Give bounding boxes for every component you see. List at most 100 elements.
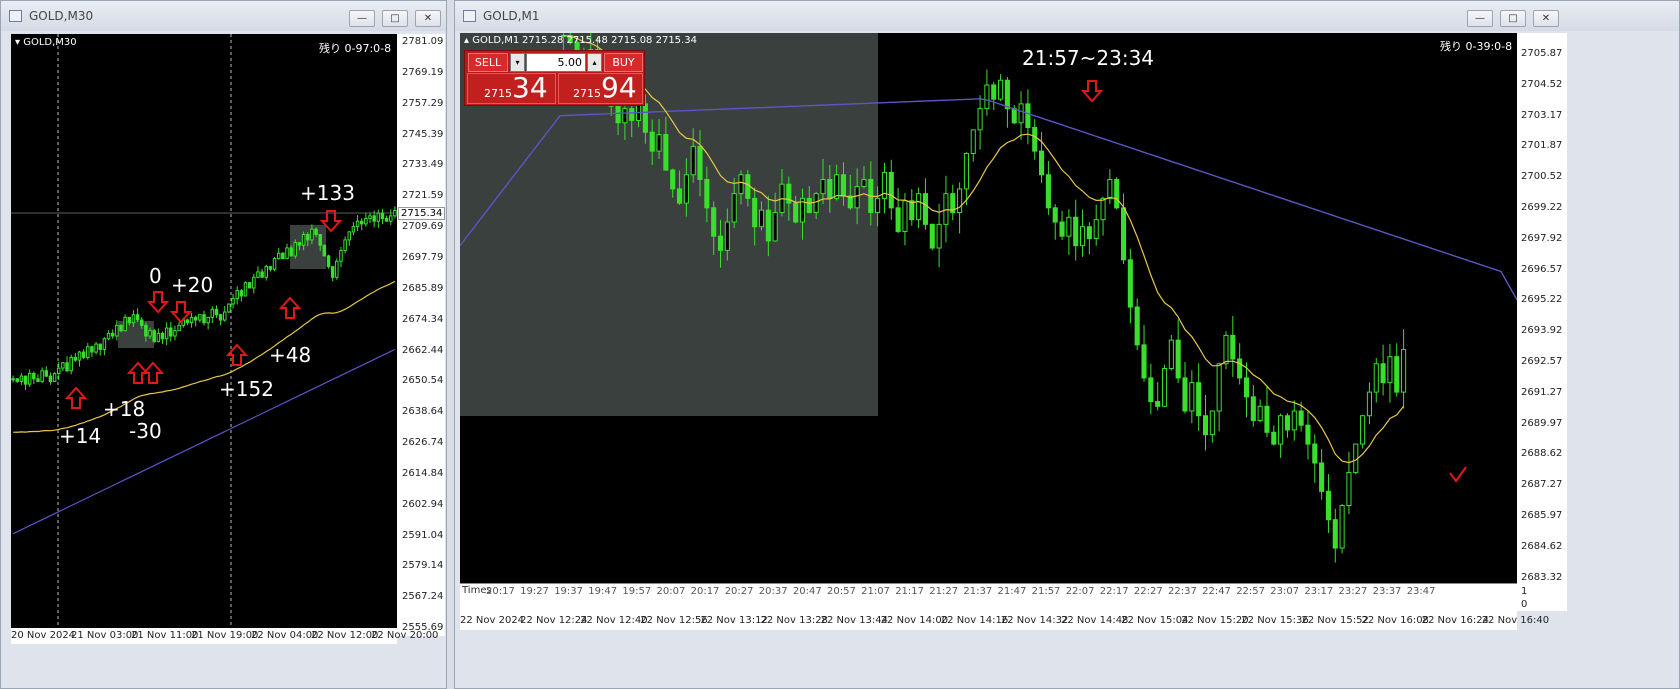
m1-candle [1155,401,1161,407]
m30-candle [23,375,28,385]
m30-candle [264,266,269,278]
buy-price-small: 2715 [573,87,601,100]
m1-candle [1148,377,1154,403]
bar-time-tick: 20:57 [827,586,856,597]
sell-button[interactable]: SELL [468,53,508,72]
price-tick: 2687.27 [1521,479,1563,491]
window-titlebar[interactable]: GOLD,M1 — □ ✕ [455,1,1679,31]
m30-candle [185,319,190,324]
gold-m1-window[interactable]: GOLD,M1 — □ ✕ ▴ GOLD,M1 2715.28 2715.48 … [454,0,1680,689]
time-tick: 22 Nov 14:16 [940,615,1009,626]
m1-candle [1175,339,1181,379]
m1-candle [943,193,949,225]
subwindow-time-row: Times 20:17 19:27 19:37 19:47 19:57 20:07 20:1… [460,583,1517,612]
sell-price-small: 2715 [484,87,512,100]
m30-candle [218,314,223,321]
m1-candle [1114,178,1120,209]
m30-candle [301,234,306,246]
price-tick: 2733.49 [402,159,444,171]
maximize-button[interactable]: □ [1500,10,1526,27]
m1-candle [683,174,689,204]
m1-candle [1305,424,1311,445]
m1-candle [963,152,969,190]
price-chart-m30[interactable]: ▾ GOLD,M30 残り 0-97:0-8 [11,34,397,636]
m1-candle [1319,462,1325,492]
close-button[interactable]: ✕ [415,10,441,27]
bar-time-tick: 21:17 [895,586,925,597]
time-tick: 22 Nov 15:36 [1241,615,1309,626]
annotation-zero: 0 [149,264,162,288]
price-tick: 2709.69 [402,221,444,233]
m30-candle [322,244,327,257]
m30-candle [326,255,331,268]
m1-candle [1312,443,1318,464]
time-tick: 22 Nov 12:00 [311,630,379,641]
m30-candle [335,260,339,278]
m30-candle [239,290,244,297]
m1-candle [813,193,819,214]
maximize-button[interactable]: □ [382,10,408,27]
sub-tick-0: 0 [1521,599,1528,610]
m30-candle [372,215,376,222]
m1-candle [1127,259,1133,308]
m1-candle [998,79,1004,100]
m1-candle [902,200,908,232]
gold-m30-window[interactable]: GOLD,M30 — □ ✕ ▾ GOLD,M30 残り 0-97:0-8 27… [0,0,447,689]
lot-size-input[interactable]: 5.00 [526,53,586,72]
m30-candle [148,330,152,337]
m30-candle [36,378,40,382]
trade-arrows [1080,80,1467,483]
m1-candle [984,84,990,110]
m1-candle [820,178,826,195]
m1-candle [1394,356,1400,393]
m1-candle [1271,431,1277,445]
close-button[interactable]: ✕ [1533,10,1559,27]
m30-candle [135,314,140,321]
buy-button[interactable]: BUY [604,53,643,72]
price-tick: 2614.84 [402,467,444,479]
price-tick: 2695.22 [1521,294,1563,306]
m1-candle [1011,108,1017,124]
m1-candle [1278,415,1284,445]
buy-price-button[interactable]: 2715 94 [558,71,643,104]
window-titlebar[interactable]: GOLD,M30 — □ ✕ [1,1,446,31]
price-axis[interactable]: 2781.09 2769.19 2757.29 2745.39 2733.49 2721.… [397,34,446,636]
price-tick: 2689.97 [1521,417,1563,429]
m1-candle [1237,358,1243,379]
time-tick: 22 Nov 15:04 [1121,615,1189,626]
sell-price-button[interactable]: 2715 34 [467,71,556,104]
m30-candle [144,324,148,337]
minimize-button[interactable]: — [349,10,375,27]
m1-candle [806,197,812,214]
m1-candle [1039,150,1045,176]
bar-time-tick: 21:27 [929,586,959,597]
price-tick: 2769.19 [402,66,444,78]
annotation-plus-20: +20 [171,273,214,297]
annotation-plus-48: +48 [269,343,312,367]
m30-candle [214,308,219,316]
m1-candle [1332,519,1338,549]
minimize-button[interactable]: — [1467,10,1493,27]
lot-increase-button[interactable]: ▴ [587,53,602,72]
price-axis[interactable]: 2705.87 2704.52 2703.17 2701.87 2700.52 2699.… [1517,33,1567,583]
m1-candle [1216,363,1222,412]
price-chart-m1[interactable]: ▴ GOLD,M1 2715.28 2715.48 2715.08 2715.3… [460,33,1517,583]
m30-candle [310,228,314,241]
m30-candle [127,316,132,324]
m30-candle [231,298,235,305]
buy-arrow-icon [64,386,88,409]
time-tick: 20 Nov 2024 [11,630,76,641]
m30-candle [27,372,32,385]
time-axis[interactable]: 22 Nov 2024 22 Nov 12:24 22 Nov 12:40 22 No… [460,612,1549,630]
m30-candle [376,212,381,222]
m1-candle [1107,178,1113,199]
m30-candle [56,367,61,374]
m1-candle [1284,415,1291,431]
m30-candle [15,378,19,382]
m30-candle [160,332,165,340]
time-axis[interactable]: 20 Nov 2024 21 Nov 03:00 21 Nov 11:00 21 No… [11,628,438,644]
buy-price-big: 94 [601,71,637,104]
lot-decrease-button[interactable]: ▾ [510,53,525,72]
m30-candle [32,372,36,380]
m30-candle [98,343,102,350]
